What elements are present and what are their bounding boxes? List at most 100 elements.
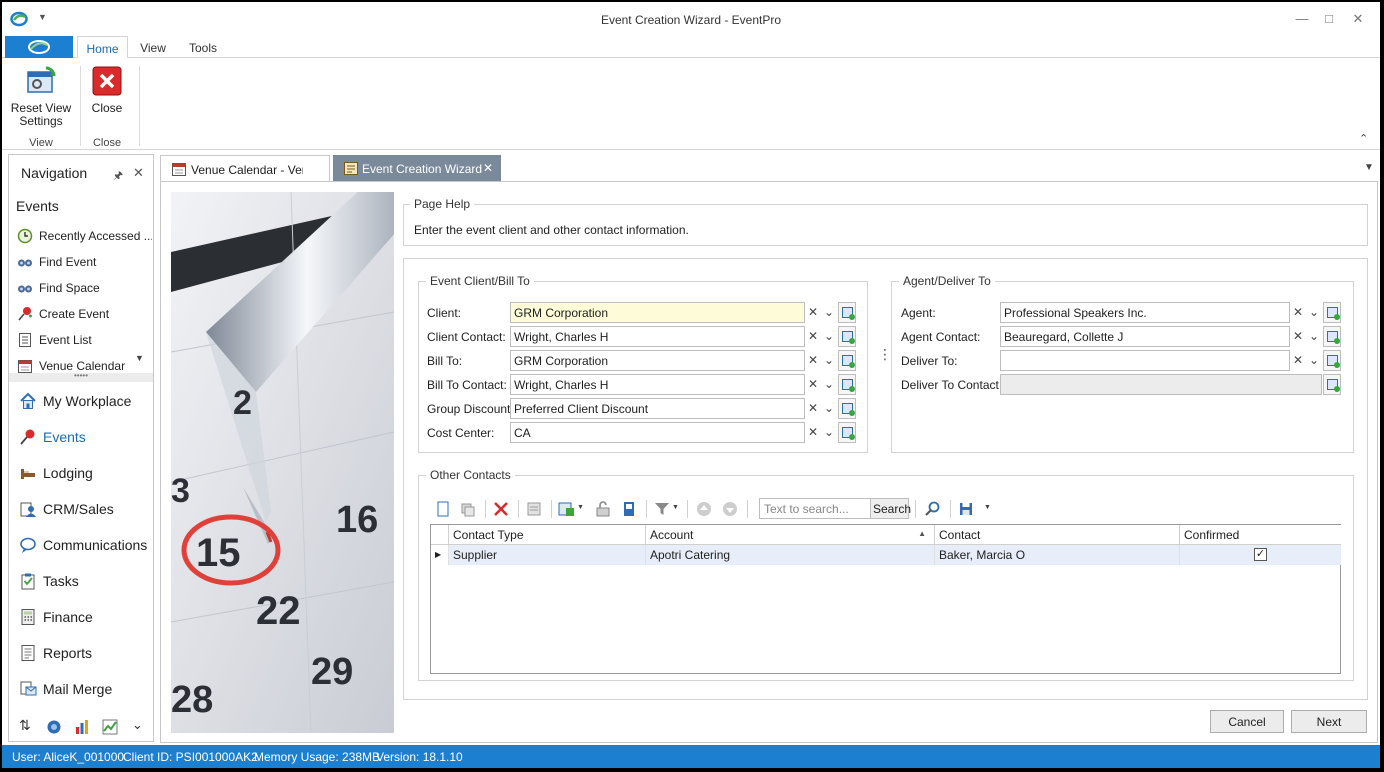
- export-dropdown-icon[interactable]: ▼: [984, 504, 991, 511]
- group-discount-lookup-button[interactable]: [838, 398, 856, 419]
- clear-client-contact-icon[interactable]: ✕: [805, 326, 821, 347]
- tab-event-creation-wizard[interactable]: Event Creation Wizard ✕: [333, 155, 501, 181]
- module-events[interactable]: Events: [17, 422, 154, 452]
- print-preview-icon[interactable]: [525, 500, 543, 518]
- clear-agent-contact-icon[interactable]: ✕: [1290, 326, 1306, 347]
- module-lodging[interactable]: Lodging: [17, 458, 154, 488]
- nav-item-event-list[interactable]: Event List: [17, 329, 152, 351]
- client-contact-field[interactable]: Wright, Charles H: [510, 326, 805, 347]
- reset-view-settings-button[interactable]: Reset View Settings: [8, 64, 74, 128]
- client-lookup-button[interactable]: [838, 302, 856, 323]
- row-indicator[interactable]: ▶: [431, 545, 449, 565]
- module-communications[interactable]: Communications: [17, 530, 154, 560]
- nav-item-create-event[interactable]: Create Event: [17, 303, 152, 325]
- nav-more-dropdown-icon[interactable]: ▼: [135, 353, 144, 363]
- nav-item-find-event[interactable]: Find Event: [17, 251, 152, 273]
- clear-bill-to-icon[interactable]: ✕: [805, 350, 821, 371]
- client-dropdown-icon[interactable]: ⌄: [821, 302, 837, 323]
- nav-item-recently-accessed[interactable]: Recently Accessed ...: [17, 225, 152, 247]
- agent-contact-dropdown-icon[interactable]: ⌄: [1306, 326, 1322, 347]
- tab-list-dropdown-icon[interactable]: ▼: [1364, 162, 1374, 173]
- bill-to-contact-lookup-button[interactable]: [838, 374, 856, 395]
- deliver-to-lookup-button[interactable]: [1323, 350, 1341, 371]
- deliver-to-field[interactable]: [1000, 350, 1290, 371]
- sort-arrows-icon[interactable]: ⇅: [19, 717, 31, 734]
- cost-center-lookup-button[interactable]: [838, 422, 856, 443]
- bill-to-field[interactable]: GRM Corporation: [510, 350, 805, 371]
- deliver-to-contact-lookup-button[interactable]: [1323, 374, 1341, 395]
- client-field[interactable]: GRM Corporation: [510, 302, 805, 323]
- line-chart-icon[interactable]: [102, 719, 118, 735]
- grid-layout-icon[interactable]: [558, 500, 576, 518]
- ribbon-tab-tools[interactable]: Tools: [182, 36, 224, 58]
- group-discount-dropdown-icon[interactable]: ⌄: [821, 398, 837, 419]
- agent-dropdown-icon[interactable]: ⌄: [1306, 302, 1322, 323]
- application-menu-button[interactable]: [5, 36, 73, 58]
- cell-account[interactable]: Apotri Catering: [646, 545, 935, 565]
- bar-chart-icon[interactable]: [74, 719, 90, 735]
- agent-field[interactable]: Professional Speakers Inc.: [1000, 302, 1290, 323]
- close-panel-icon[interactable]: ✕: [133, 165, 144, 181]
- agent-contact-field[interactable]: Beauregard, Collette J: [1000, 326, 1290, 347]
- module-finance[interactable]: Finance: [17, 602, 154, 632]
- nav-splitter[interactable]: •••••: [9, 372, 153, 382]
- module-crm-sales[interactable]: CRM/Sales: [17, 494, 154, 524]
- close-tab-icon[interactable]: ✕: [483, 161, 493, 175]
- column-header-confirmed[interactable]: Confirmed: [1180, 525, 1341, 545]
- tab-venue-calendar[interactable]: Venue Calendar - Venue: [160, 155, 330, 181]
- delete-icon[interactable]: [492, 500, 510, 518]
- unlock-icon[interactable]: [594, 500, 612, 518]
- column-header-account[interactable]: Account ▲: [646, 525, 935, 545]
- find-magnifier-icon[interactable]: [924, 500, 942, 518]
- cancel-button[interactable]: Cancel: [1210, 710, 1284, 733]
- more-modules-chevron-icon[interactable]: ⌄: [132, 717, 143, 733]
- group-splitter[interactable]: ⋮: [878, 347, 892, 361]
- cell-confirmed[interactable]: ✓: [1180, 545, 1341, 565]
- agent-lookup-button[interactable]: [1323, 302, 1341, 323]
- clear-client-icon[interactable]: ✕: [805, 302, 821, 323]
- module-mail-merge[interactable]: Mail Merge: [17, 674, 154, 704]
- bill-to-contact-field[interactable]: Wright, Charles H: [510, 374, 805, 395]
- bill-to-contact-dropdown-icon[interactable]: ⌄: [821, 374, 837, 395]
- close-window-button[interactable]: ✕: [1348, 11, 1368, 27]
- move-down-icon[interactable]: [721, 500, 739, 518]
- copy-record-icon[interactable]: [459, 500, 477, 518]
- confirmed-checkbox[interactable]: ✓: [1254, 548, 1267, 561]
- grid-layout-dropdown-icon[interactable]: ▼: [577, 504, 584, 511]
- column-header-contact[interactable]: Contact: [935, 525, 1180, 545]
- minimize-button[interactable]: —: [1292, 11, 1312, 27]
- clear-agent-icon[interactable]: ✕: [1290, 302, 1306, 323]
- clear-bill-to-contact-icon[interactable]: ✕: [805, 374, 821, 395]
- grid-search-input[interactable]: Text to search...: [759, 498, 871, 519]
- bill-to-lookup-button[interactable]: [838, 350, 856, 371]
- grid-search-button[interactable]: Search: [870, 498, 911, 519]
- filter-dropdown-icon[interactable]: ▼: [672, 504, 679, 511]
- client-contact-lookup-button[interactable]: [838, 326, 856, 347]
- cost-center-field[interactable]: CA: [510, 422, 805, 443]
- clear-group-discount-icon[interactable]: ✕: [805, 398, 821, 419]
- pin-panel-icon[interactable]: 🖈: [113, 167, 123, 186]
- module-reports[interactable]: Reports: [17, 638, 154, 668]
- agent-contact-lookup-button[interactable]: [1323, 326, 1341, 347]
- cost-center-dropdown-icon[interactable]: ⌄: [821, 422, 837, 443]
- save-layout-icon[interactable]: [620, 500, 638, 518]
- export-save-icon[interactable]: [957, 500, 975, 518]
- client-contact-dropdown-icon[interactable]: ⌄: [821, 326, 837, 347]
- maximize-button[interactable]: □: [1319, 11, 1339, 27]
- move-up-icon[interactable]: [695, 500, 713, 518]
- cell-contact-type[interactable]: Supplier: [449, 545, 646, 565]
- module-my-workplace[interactable]: My Workplace: [17, 386, 154, 416]
- collapse-ribbon-icon[interactable]: ⌃: [1359, 132, 1368, 145]
- group-discount-field[interactable]: Preferred Client Discount: [510, 398, 805, 419]
- clear-deliver-to-icon[interactable]: ✕: [1290, 350, 1306, 371]
- close-button[interactable]: Close: [86, 66, 128, 115]
- next-button[interactable]: Next: [1291, 710, 1367, 733]
- globe-icon[interactable]: [46, 719, 62, 735]
- clear-cost-center-icon[interactable]: ✕: [805, 422, 821, 443]
- column-header-contact-type[interactable]: Contact Type: [449, 525, 646, 545]
- ribbon-tab-home[interactable]: Home: [77, 36, 128, 59]
- bill-to-dropdown-icon[interactable]: ⌄: [821, 350, 837, 371]
- cell-contact[interactable]: Baker, Marcia O: [935, 545, 1180, 565]
- deliver-to-dropdown-icon[interactable]: ⌄: [1306, 350, 1322, 371]
- ribbon-tab-view[interactable]: View: [133, 36, 173, 58]
